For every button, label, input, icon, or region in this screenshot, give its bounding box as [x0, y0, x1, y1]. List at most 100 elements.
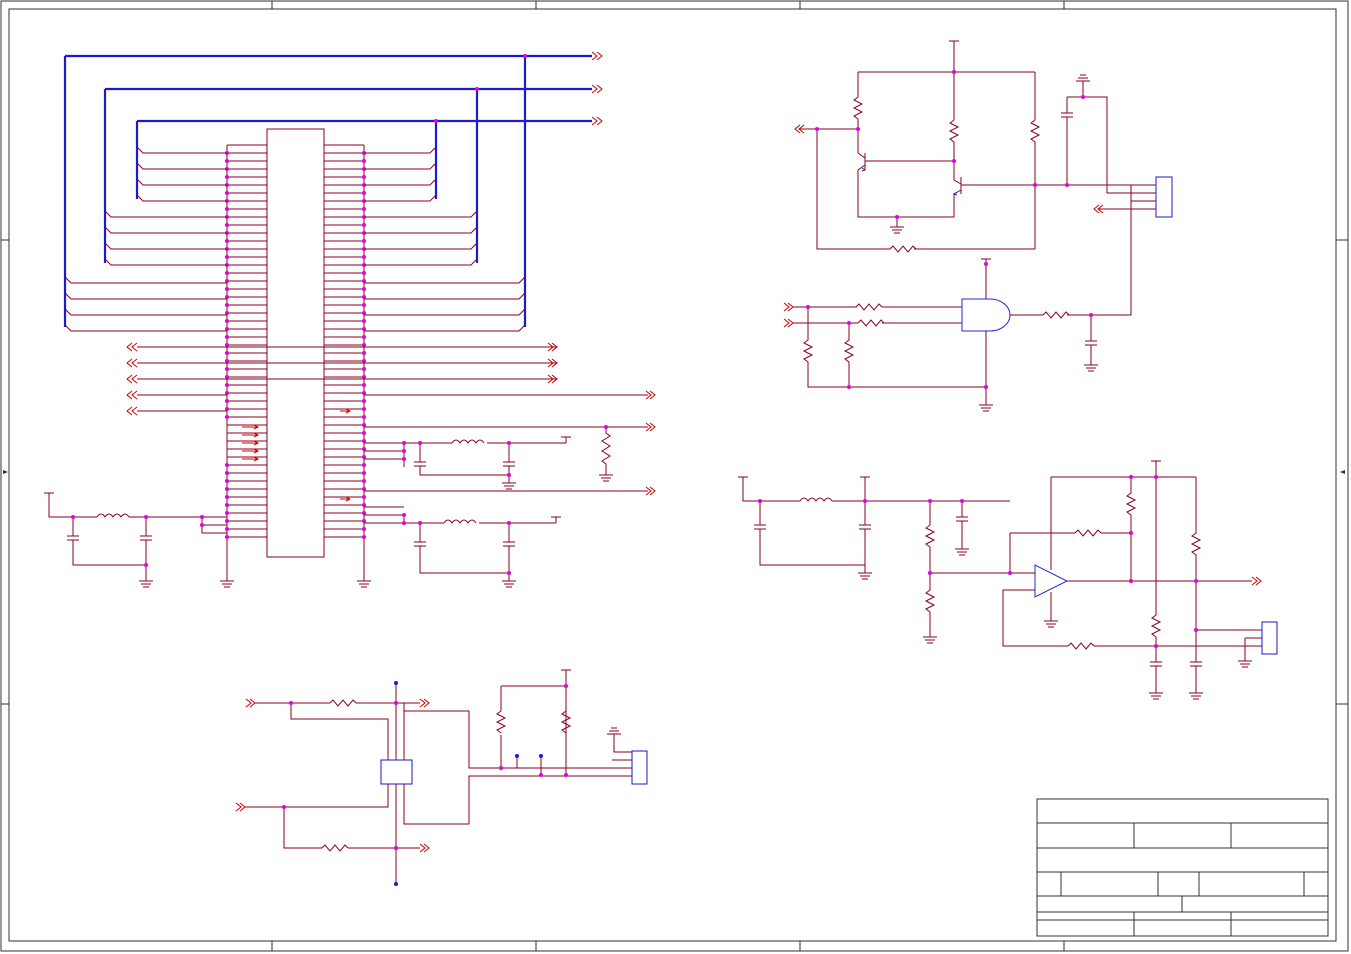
bus-tap-left — [64, 324, 227, 332]
bus-tap-right — [364, 226, 478, 234]
bus-lines — [63, 54, 592, 327]
pin-junction — [225, 239, 229, 243]
pin-junction — [362, 279, 366, 283]
pin-junction — [225, 367, 229, 371]
pin-junction — [225, 335, 229, 339]
bus-tap-right — [364, 194, 437, 202]
pin-junction — [225, 471, 229, 475]
bottom-ic-circuit — [235, 669, 648, 884]
pin-junction — [225, 191, 229, 195]
pin-junction — [362, 255, 366, 259]
pin-junction — [362, 303, 366, 307]
pin-junction — [225, 415, 229, 419]
pin-junction — [362, 375, 366, 379]
and-gate-circuit — [783, 185, 1132, 412]
bus-tap-left — [104, 242, 227, 250]
bus-taps — [64, 146, 526, 332]
bus-tap-right — [364, 276, 526, 284]
nc-stub — [242, 456, 260, 462]
pin-junction — [362, 495, 366, 499]
pin-junction — [225, 503, 229, 507]
pin-junction — [225, 343, 229, 347]
sheet-border — [0, 0, 1349, 952]
pin-junction — [225, 303, 229, 307]
pin-junction — [362, 455, 366, 459]
pin-junction — [225, 359, 229, 363]
transistor-circuit — [794, 40, 1173, 253]
bus-tap-right — [364, 178, 437, 186]
nc-stub — [242, 432, 260, 438]
pin-junction — [225, 207, 229, 211]
bus-tap-right — [364, 292, 526, 300]
pin-junction — [362, 287, 366, 291]
pin-junction — [225, 479, 229, 483]
bus-port-arrows — [591, 51, 603, 126]
pin-junction — [225, 391, 229, 395]
pin-junction — [362, 391, 366, 395]
transistor-junctions — [815, 70, 1085, 219]
pin-junction — [362, 359, 366, 363]
pin-junction — [362, 431, 366, 435]
pin-junction — [362, 383, 366, 387]
pin-junction — [362, 511, 366, 515]
pin-junction — [225, 319, 229, 323]
pin-junction — [362, 399, 366, 403]
pin-junction — [362, 479, 366, 483]
pin-junction — [362, 327, 366, 331]
bus-tap-left — [136, 194, 227, 202]
pin-junction — [362, 471, 366, 475]
pin-junction — [362, 223, 366, 227]
lc-filter-lower — [364, 506, 561, 588]
pin-junction — [225, 487, 229, 491]
pin-junction — [225, 311, 229, 315]
bus-tap-right — [364, 162, 437, 170]
bus-tap-left — [64, 276, 227, 284]
pin-junction — [362, 503, 366, 507]
bottom-ic-junctions — [282, 681, 568, 886]
left-signal-ports — [126, 342, 558, 416]
bus-tap-right — [364, 324, 526, 332]
pin-junction — [362, 447, 366, 451]
pin-junction — [362, 207, 366, 211]
pin-junction — [225, 295, 229, 299]
pin-junction — [225, 287, 229, 291]
connector-grounds — [220, 541, 371, 588]
bus-tap-left — [104, 258, 227, 266]
pin-junction — [362, 295, 366, 299]
lc-filter-upper — [364, 427, 613, 490]
pin-junction — [225, 175, 229, 179]
lc-filter-left — [44, 492, 227, 588]
pin-junction — [225, 527, 229, 531]
pin-junction — [225, 255, 229, 259]
pin-junction — [362, 319, 366, 323]
connector-pins — [225, 144, 366, 541]
pin-junction — [362, 271, 366, 275]
nc-stub — [340, 408, 352, 414]
bus-tap-right — [364, 210, 478, 218]
pin-junction — [225, 511, 229, 515]
pin-junction — [225, 519, 229, 523]
bus-tap-left — [136, 146, 227, 154]
pin-junction — [225, 383, 229, 387]
bus-tap-right — [364, 258, 478, 266]
bus-tap-right — [364, 308, 526, 316]
pin-junction — [225, 399, 229, 403]
pin-junction — [362, 335, 366, 339]
bus-tap-right — [364, 146, 437, 154]
pin-junction — [362, 175, 366, 179]
pin-junction — [225, 407, 229, 411]
pin-junction — [362, 239, 366, 243]
nc-stub — [242, 448, 260, 454]
pin-junction — [225, 271, 229, 275]
main-connector-ic — [266, 128, 325, 558]
pin-junction — [225, 327, 229, 331]
pin-junction — [362, 311, 366, 315]
bus-tap-left — [136, 178, 227, 186]
pin-junction — [362, 487, 366, 491]
schematic-canvas — [0, 0, 1349, 952]
pin-junction — [362, 463, 366, 467]
pin-junction — [362, 415, 366, 419]
pin-junction — [362, 191, 366, 195]
bus-tap-left — [64, 292, 227, 300]
pin-junction — [225, 463, 229, 467]
